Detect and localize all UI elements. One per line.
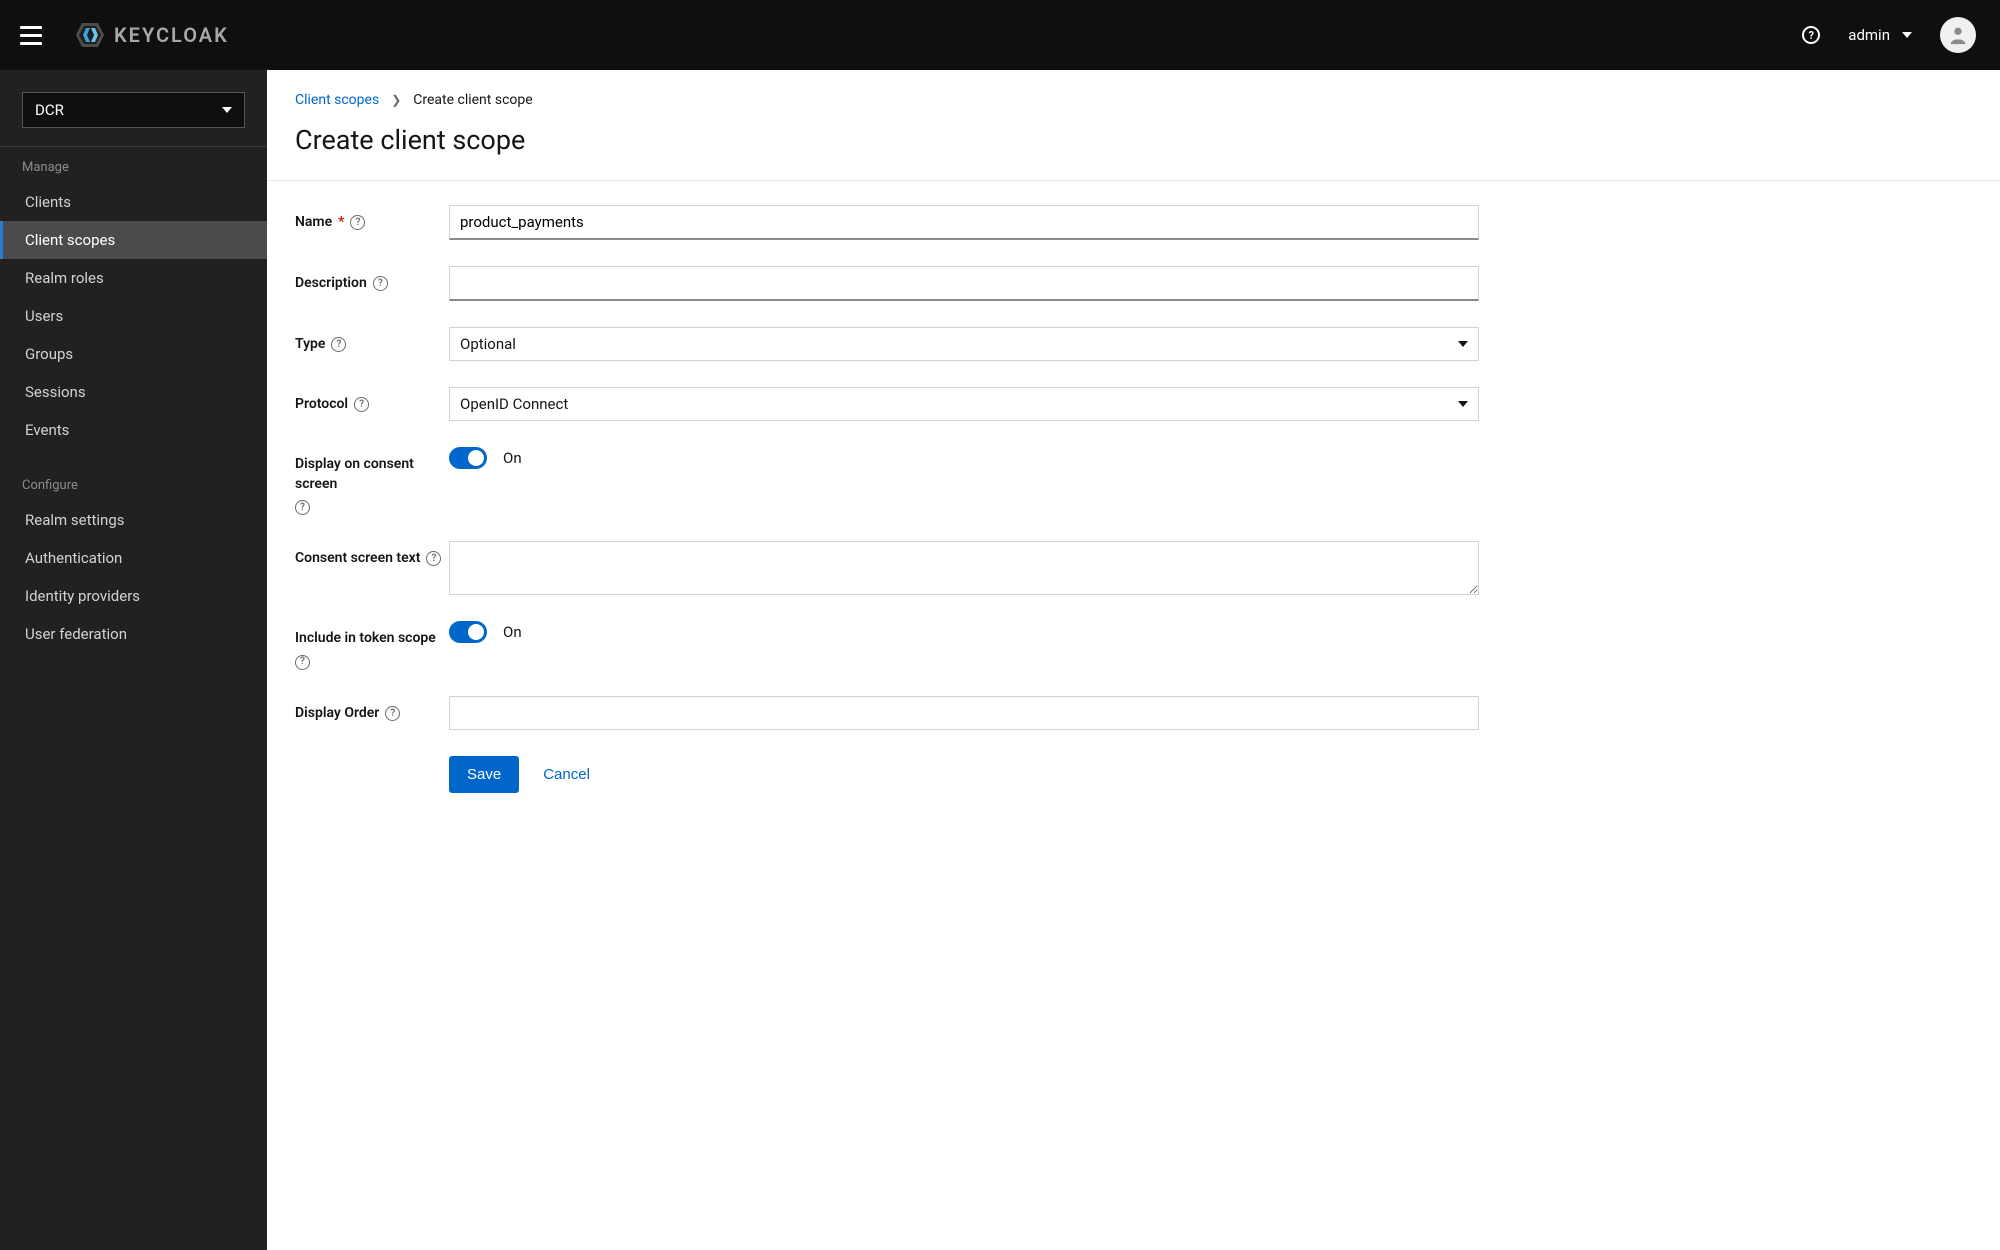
realm-selected-value: DCR: [35, 101, 64, 119]
help-icon[interactable]: ?: [1802, 26, 1820, 44]
display-order-input[interactable]: [449, 696, 1479, 730]
sidebar-item-user-federation[interactable]: User federation: [0, 615, 267, 653]
sidebar-item-users[interactable]: Users: [0, 297, 267, 335]
help-icon[interactable]: ?: [350, 215, 365, 230]
nav-section-configure: Configure: [0, 465, 267, 501]
sidebar: DCR Manage Clients Client scopes Realm r…: [0, 70, 267, 1250]
cancel-button[interactable]: Cancel: [539, 756, 594, 793]
display-consent-label: Display on consent screen ?: [295, 447, 449, 515]
description-label: Description ?: [295, 266, 449, 294]
help-icon[interactable]: ?: [295, 655, 310, 670]
protocol-label: Protocol ?: [295, 387, 449, 415]
header-right: ? admin: [1802, 17, 1976, 53]
help-icon[interactable]: ?: [373, 276, 388, 291]
caret-down-icon: [1902, 32, 1912, 38]
user-menu[interactable]: admin: [1848, 26, 1912, 44]
sidebar-item-realm-settings[interactable]: Realm settings: [0, 501, 267, 539]
sidebar-item-identity-providers[interactable]: Identity providers: [0, 577, 267, 615]
app-header: KEYCLOAK ? admin: [0, 0, 2000, 70]
breadcrumb-parent-link[interactable]: Client scopes: [295, 92, 379, 108]
consent-text-label: Consent screen text ?: [295, 541, 449, 569]
realm-selector[interactable]: DCR: [22, 92, 245, 128]
description-input[interactable]: [449, 266, 1479, 301]
type-select[interactable]: Optional: [449, 327, 1479, 361]
display-consent-toggle[interactable]: [449, 447, 487, 469]
avatar[interactable]: [1940, 17, 1976, 53]
sidebar-item-events[interactable]: Events: [0, 411, 267, 449]
help-icon[interactable]: ?: [385, 706, 400, 721]
logo-text: KEYCLOAK: [114, 23, 229, 47]
sidebar-item-clients[interactable]: Clients: [0, 183, 267, 221]
save-button[interactable]: Save: [449, 756, 519, 793]
header-left: KEYCLOAK: [16, 19, 229, 51]
caret-down-icon: [222, 107, 232, 113]
sidebar-item-authentication[interactable]: Authentication: [0, 539, 267, 577]
display-consent-state: On: [503, 449, 522, 467]
breadcrumb-current: Create client scope: [413, 92, 532, 108]
display-order-label: Display Order ?: [295, 696, 449, 724]
help-icon[interactable]: ?: [426, 551, 441, 566]
sidebar-item-client-scopes[interactable]: Client scopes: [0, 221, 267, 259]
include-token-label: Include in token scope ?: [295, 621, 449, 670]
type-label: Type ?: [295, 327, 449, 355]
nav-section-manage: Manage: [0, 147, 267, 183]
caret-down-icon: [1458, 341, 1468, 347]
name-input[interactable]: [449, 205, 1479, 240]
protocol-select[interactable]: OpenID Connect: [449, 387, 1479, 421]
main-content: Client scopes ❯ Create client scope Crea…: [267, 70, 2000, 1250]
sidebar-item-groups[interactable]: Groups: [0, 335, 267, 373]
required-indicator: *: [338, 213, 344, 233]
consent-text-input[interactable]: [449, 541, 1479, 595]
sidebar-item-sessions[interactable]: Sessions: [0, 373, 267, 411]
keycloak-logo-icon: [74, 19, 106, 51]
protocol-selected-value: OpenID Connect: [460, 395, 568, 413]
menu-toggle-button[interactable]: [16, 22, 46, 49]
caret-down-icon: [1458, 401, 1468, 407]
app-logo[interactable]: KEYCLOAK: [74, 19, 229, 51]
include-token-state: On: [503, 623, 522, 641]
user-label: admin: [1848, 26, 1890, 44]
name-label: Name * ?: [295, 205, 449, 233]
client-scope-form: Name * ? Description ?: [267, 181, 1507, 817]
type-selected-value: Optional: [460, 335, 516, 353]
help-icon[interactable]: ?: [295, 500, 310, 515]
sidebar-item-realm-roles[interactable]: Realm roles: [0, 259, 267, 297]
help-icon[interactable]: ?: [354, 397, 369, 412]
breadcrumb: Client scopes ❯ Create client scope: [267, 70, 2000, 118]
help-icon[interactable]: ?: [331, 337, 346, 352]
chevron-right-icon: ❯: [391, 93, 401, 107]
page-title: Create client scope: [267, 118, 2000, 181]
include-token-toggle[interactable]: [449, 621, 487, 643]
